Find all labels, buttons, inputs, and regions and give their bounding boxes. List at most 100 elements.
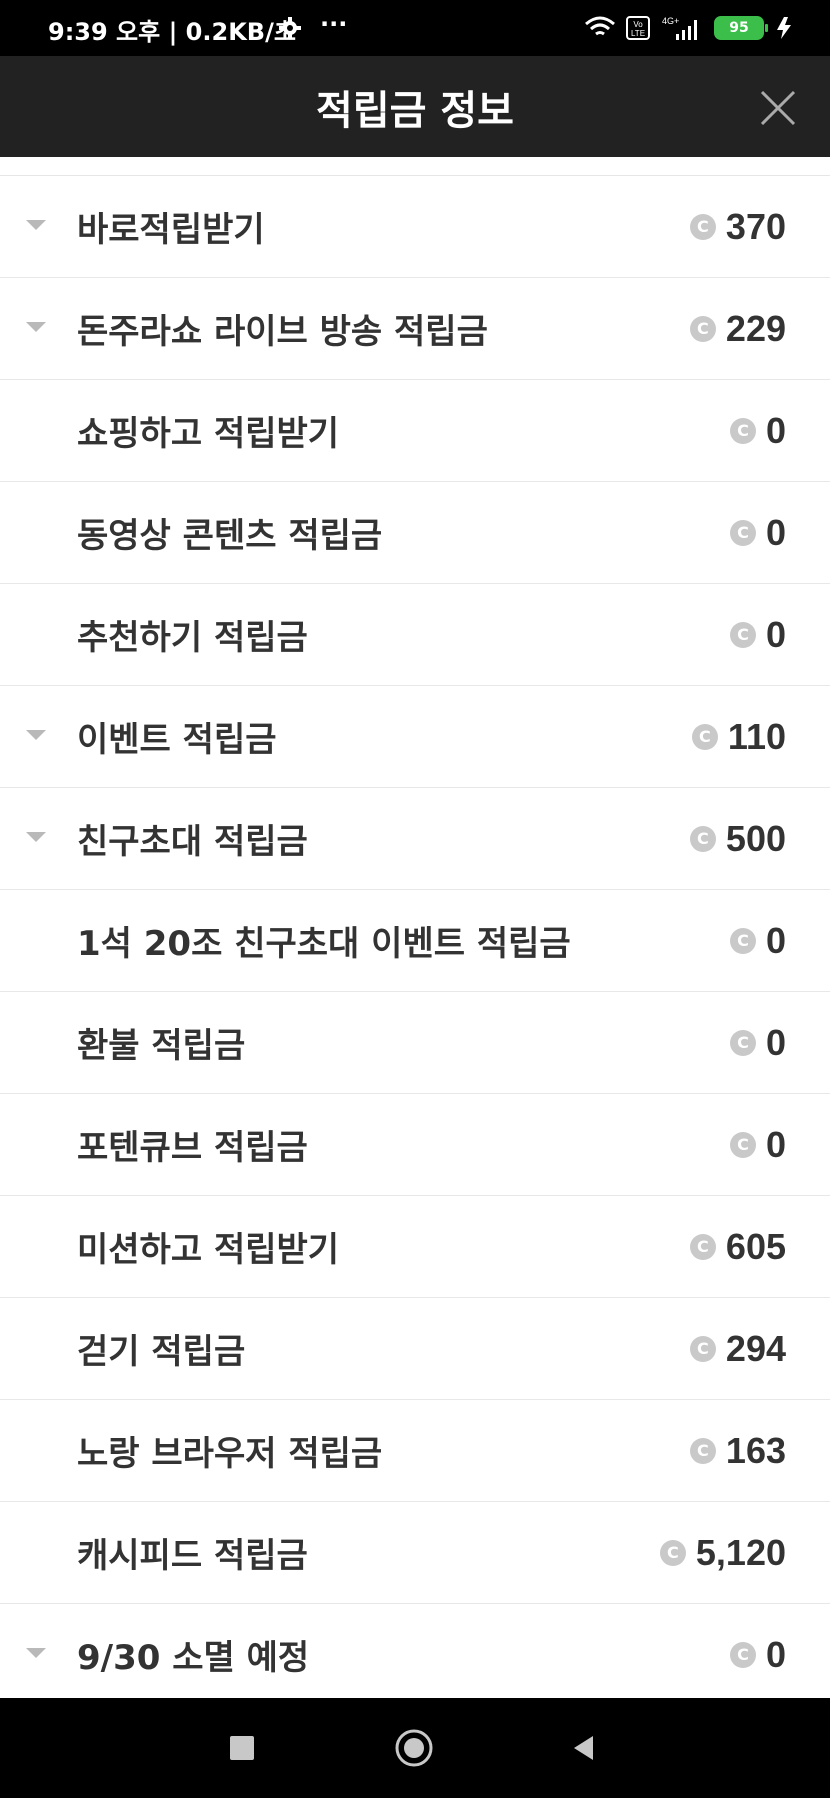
item-value: 229 — [725, 307, 786, 349]
item-value: 163 — [725, 1429, 786, 1471]
item-value-group: C 5,120 — [659, 1532, 786, 1574]
svg-text:Vo: Vo — [633, 20, 643, 29]
item-label: 미션하고 적립받기 — [77, 1230, 340, 1270]
item-value-group: C0 — [729, 613, 786, 656]
status-time: 9:39 오후 | 0.2KB/초 — [48, 18, 296, 46]
list-item: 걷기 적립금 C 294 — [0, 1298, 830, 1400]
item-label: 바로적립받기 — [77, 210, 265, 250]
page-title: 적립금 정보 — [316, 88, 514, 134]
settings-icon — [279, 17, 301, 39]
home-button[interactable] — [354, 1698, 474, 1798]
list-item[interactable]: 9/30 소멸 예정 C 0 — [0, 1604, 830, 1706]
coin-icon: C — [729, 1641, 756, 1668]
expand-caret-icon[interactable] — [26, 1648, 46, 1658]
list-item: 환불 적립금 C 0 — [0, 992, 830, 1094]
list-item[interactable]: 이벤트 적립금 C 110 — [0, 686, 830, 788]
item-value-group: C0 — [729, 1123, 786, 1166]
list-item: 노랑 브라우저 적립금 C 163 — [0, 1400, 830, 1502]
coin-icon: C — [729, 519, 756, 546]
charging-icon — [777, 17, 791, 39]
list-item: 쇼핑하고 적립받기 C 0 — [0, 380, 830, 482]
coin-icon: C — [729, 621, 756, 648]
item-label: 친구초대 적립금 — [77, 822, 308, 862]
coin-icon: C — [659, 1539, 686, 1566]
item-label: 쇼핑하고 적립받기 — [77, 414, 340, 454]
divider — [0, 157, 830, 176]
coin-icon: C — [729, 1131, 756, 1158]
coin-icon: C — [689, 1335, 716, 1362]
item-value: 0 — [765, 409, 786, 451]
item-label: 걷기 적립금 — [77, 1332, 246, 1372]
battery-level: 95 — [729, 20, 749, 36]
coin-icon: C — [729, 927, 756, 954]
item-value: 0 — [765, 1021, 786, 1063]
svg-text:LTE: LTE — [631, 29, 645, 38]
item-value: 0 — [765, 511, 786, 553]
expand-caret-icon[interactable] — [26, 832, 46, 842]
status-bar: 9:39 오후 | 0.2KB/초 ··· Vo LTE 4G+ 95 — [0, 0, 830, 56]
back-triangle-icon — [574, 1736, 593, 1760]
item-label: 1석 20조 친구초대 이벤트 적립금 — [77, 924, 571, 964]
volte-icon: Vo LTE — [626, 16, 650, 40]
item-value: 605 — [725, 1225, 786, 1267]
item-value: 294 — [725, 1327, 786, 1369]
coin-icon: C — [729, 417, 756, 444]
network-type: 4G+ — [662, 16, 679, 26]
list-item: 1석 20조 친구초대 이벤트 적립금 C 0 — [0, 890, 830, 992]
list-item[interactable]: 친구초대 적립금 C 500 — [0, 788, 830, 890]
list-item: 포텐큐브 적립금 C 0 — [0, 1094, 830, 1196]
header-bar: 적립금 정보 — [0, 56, 830, 157]
coin-icon: C — [729, 1029, 756, 1056]
item-value: 370 — [725, 205, 786, 247]
coin-icon: C — [689, 213, 716, 240]
battery-icon: 95 — [714, 16, 768, 40]
item-label: 추천하기 적립금 — [77, 618, 308, 658]
expand-caret-icon[interactable] — [26, 322, 46, 332]
item-value-group: C 370 — [689, 205, 786, 248]
item-value: 500 — [725, 817, 786, 859]
list-item: 미션하고 적립받기 C 605 — [0, 1196, 830, 1298]
item-value: 0 — [765, 919, 786, 961]
item-value: 0 — [765, 1123, 786, 1165]
item-value-group: C0 — [729, 511, 786, 554]
list-item: 캐시피드 적립금 C 5,120 — [0, 1502, 830, 1604]
item-value-group: C 294 — [689, 1327, 786, 1370]
recent-apps-button[interactable] — [182, 1698, 302, 1798]
coin-icon: C — [689, 1437, 716, 1464]
item-value-group: C0 — [729, 1633, 786, 1676]
coin-icon: C — [689, 825, 716, 852]
item-value-group: C 163 — [689, 1429, 786, 1472]
close-icon — [760, 90, 796, 126]
item-label: 노랑 브라우저 적립금 — [77, 1434, 383, 1474]
coin-icon: C — [691, 723, 718, 750]
more-dots-icon: ··· — [320, 10, 348, 38]
coin-icon: C — [689, 1233, 716, 1260]
square-icon — [230, 1736, 254, 1760]
list-item[interactable]: 바로적립받기 C 370 — [0, 176, 830, 278]
item-value-group: C 229 — [689, 307, 786, 350]
item-value-group: C0 — [729, 409, 786, 452]
item-label: 돈주라쇼 라이브 방송 적립금 — [77, 312, 488, 352]
item-label: 환불 적립금 — [77, 1026, 246, 1066]
signal-icon: 4G+ — [662, 16, 697, 40]
item-label: 동영상 콘텐츠 적립금 — [77, 516, 383, 556]
coin-icon: C — [689, 315, 716, 342]
list-item: 추천하기 적립금 C 0 — [0, 584, 830, 686]
list-item: 동영상 콘텐츠 적립금 C 0 — [0, 482, 830, 584]
item-value: 0 — [765, 613, 786, 655]
expand-caret-icon[interactable] — [26, 220, 46, 230]
item-value-group: C 110 — [691, 715, 786, 758]
circle-icon — [395, 1729, 433, 1767]
close-button[interactable] — [756, 86, 800, 130]
list-item[interactable]: 돈주라쇼 라이브 방송 적립금 C 229 — [0, 278, 830, 380]
item-value: 0 — [765, 1633, 786, 1675]
navigation-bar — [0, 1698, 830, 1798]
item-value-group: C 500 — [689, 817, 786, 860]
item-value-group: C0 — [729, 919, 786, 962]
item-value: 110 — [727, 715, 786, 757]
expand-caret-icon[interactable] — [26, 730, 46, 740]
back-button[interactable] — [524, 1698, 644, 1798]
item-label: 포텐큐브 적립금 — [77, 1128, 308, 1168]
points-list: 바로적립받기 C 370 돈주라쇼 라이브 방송 적립금 C 229 쇼핑하고 적립받기 C 0… — [0, 157, 830, 1706]
item-value-group: C0 — [729, 1021, 786, 1064]
